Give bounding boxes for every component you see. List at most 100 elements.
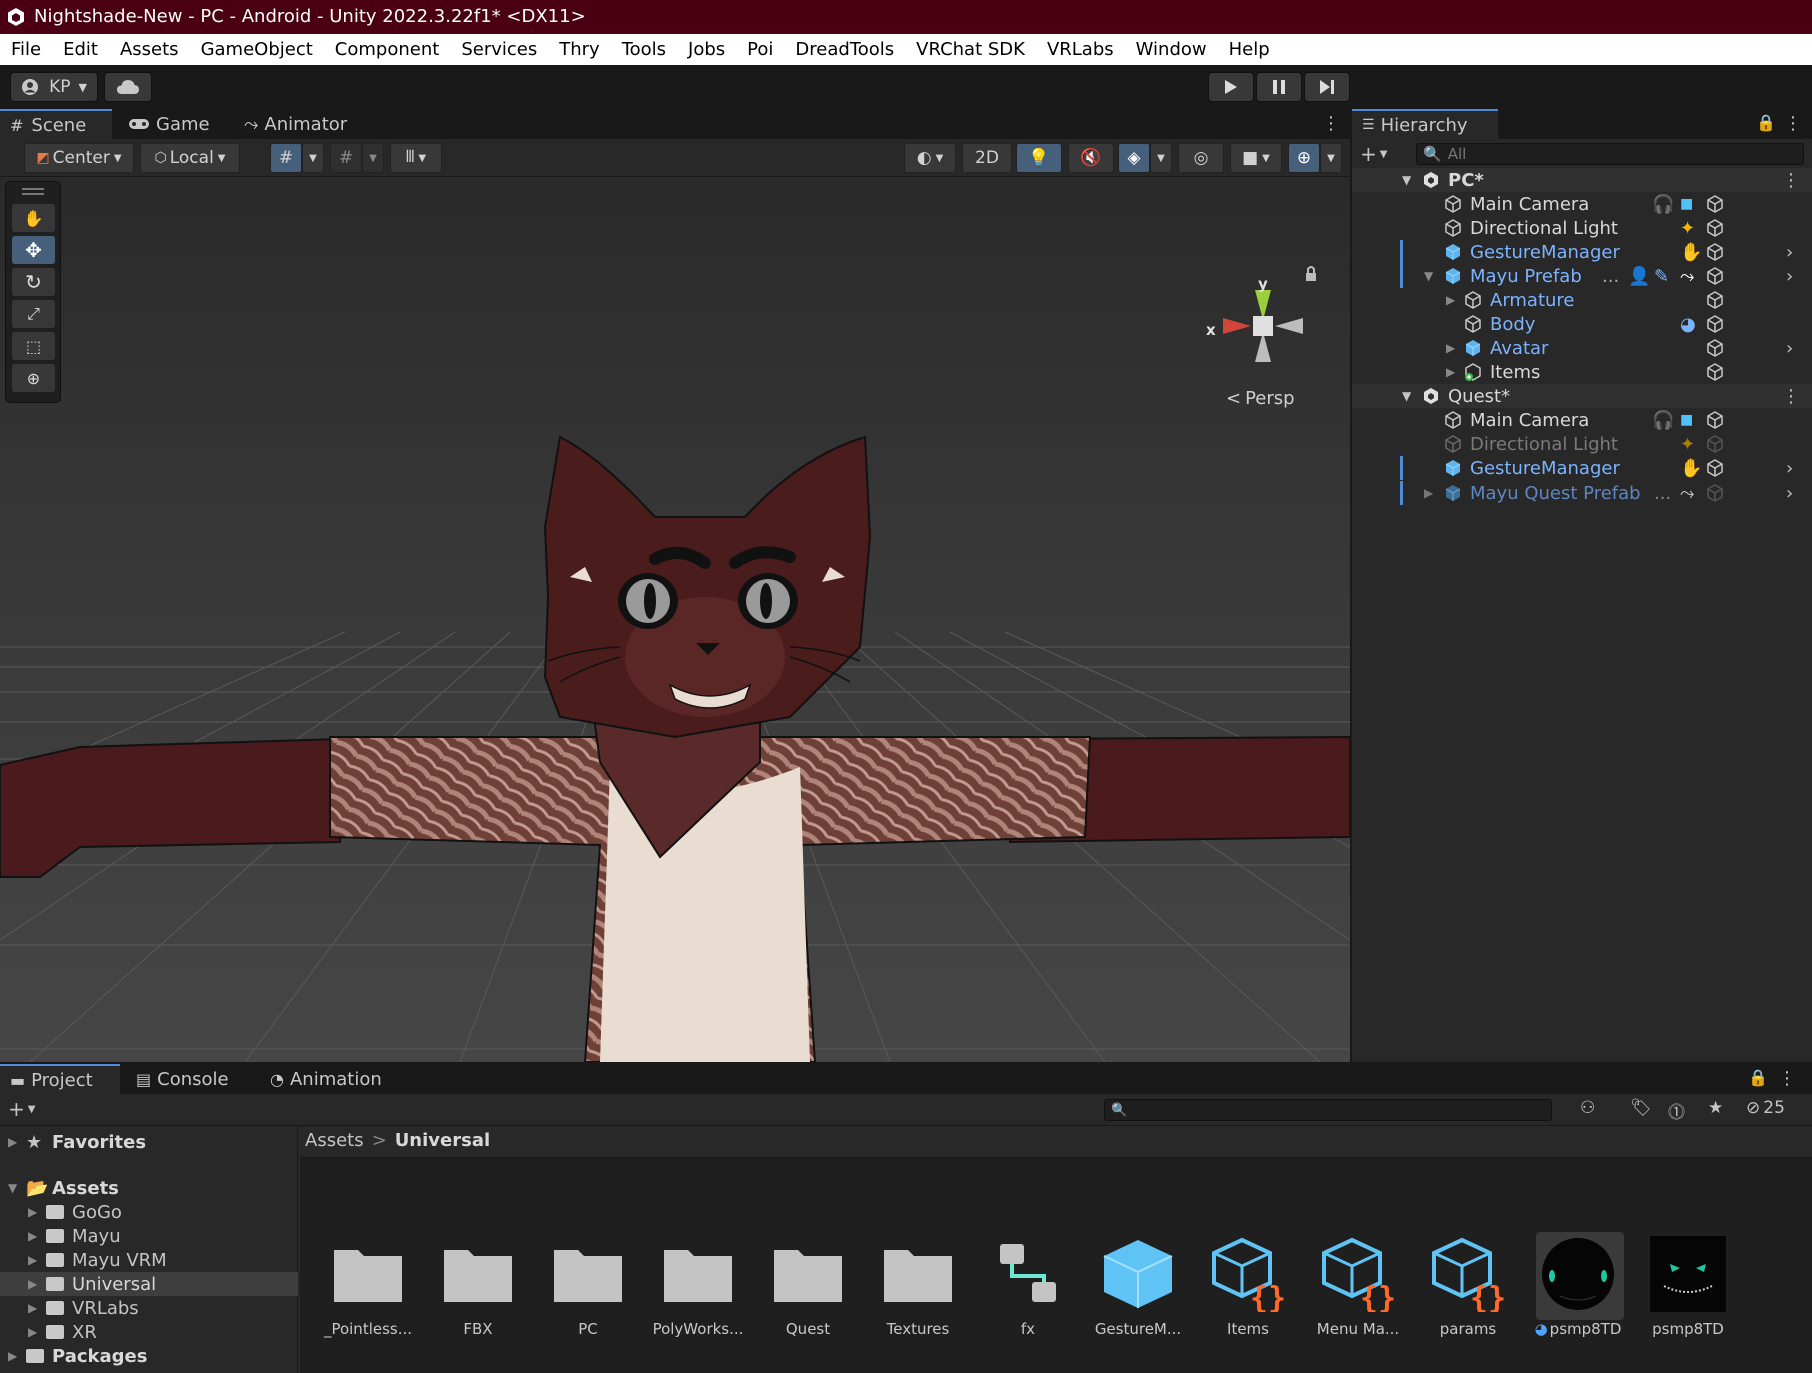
pause-button[interactable]	[1256, 72, 1302, 102]
audio-toggle[interactable]: 🔇	[1068, 143, 1114, 173]
asset-item[interactable]: psmp8TD	[1638, 1236, 1738, 1346]
asset-item[interactable]: Quest	[758, 1236, 858, 1346]
space-dropdown[interactable]: ⬡ Local ▼	[140, 143, 240, 173]
asset-item[interactable]: GestureM...	[1088, 1236, 1188, 1346]
grid-snap-toggle[interactable]: #	[270, 143, 302, 173]
asset-item[interactable]: _Pointless...	[318, 1236, 418, 1346]
scene-viewport[interactable]: y x < Persp	[0, 177, 1350, 1062]
menu-vrlabs[interactable]: VRLabs	[1047, 39, 1114, 60]
menu-tools[interactable]: Tools	[622, 39, 666, 60]
incremental-snap-toggle[interactable]: #	[330, 143, 362, 173]
asset-item[interactable]: {} Menu Ma...	[1308, 1236, 1408, 1346]
camera-dropdown[interactable]: ■ ▼	[1230, 143, 1282, 173]
hierarchy-row[interactable]: ▶ Avatar ›	[1352, 336, 1812, 360]
hierarchy-row[interactable]: Main Camera 🎧 ■	[1352, 192, 1812, 216]
menu-component[interactable]: Component	[335, 39, 440, 60]
tab-console[interactable]: ▤ Console	[126, 1064, 239, 1094]
asset-item[interactable]: {} params	[1418, 1236, 1518, 1346]
cloud-button[interactable]	[104, 72, 152, 102]
account-dropdown[interactable]: KP ▼	[10, 72, 98, 102]
hierarchy-search-input[interactable]: 🔍 All	[1416, 143, 1804, 165]
tree-item-universal[interactable]: ▶ Universal	[0, 1272, 298, 1296]
breadcrumb-root[interactable]: Assets	[305, 1130, 364, 1151]
projection-toggle[interactable]: < Persp	[1226, 388, 1295, 409]
create-dropdown[interactable]: + ▼	[8, 1097, 35, 1121]
hierarchy-row[interactable]: GestureManager ✋ ›	[1352, 456, 1812, 480]
draw-mode-dropdown[interactable]: ◐ ▼	[904, 143, 956, 173]
palette-grip[interactable]	[22, 188, 44, 190]
gizmos-toggle[interactable]: ⊕	[1288, 143, 1320, 173]
scene-row-quest[interactable]: ▼ Quest* ⋮	[1352, 384, 1812, 408]
hierarchy-row[interactable]: Main Camera 🎧 ■	[1352, 408, 1812, 432]
effects-dropdown[interactable]: ▼	[1150, 143, 1172, 173]
menu-jobs[interactable]: Jobs	[688, 39, 725, 60]
breadcrumb-current[interactable]: Universal	[395, 1130, 490, 1151]
tree-item-xr[interactable]: ▶ XR	[0, 1320, 298, 1344]
asset-item[interactable]: {} Items	[1198, 1236, 1298, 1346]
chevron-right-icon[interactable]: ›	[1786, 266, 1793, 287]
kebab-menu-icon[interactable]: ⋮	[1778, 1068, 1796, 1089]
lighting-toggle[interactable]: 💡	[1016, 143, 1062, 173]
menu-gameobject[interactable]: GameObject	[201, 39, 313, 60]
hierarchy-row[interactable]: ▶ Armature	[1352, 288, 1812, 312]
rotate-tool[interactable]: ↻	[12, 268, 55, 296]
kebab-menu-icon[interactable]: ⋮	[1782, 386, 1800, 407]
hierarchy-row[interactable]: Body ◕	[1352, 312, 1812, 336]
project-search-input[interactable]: 🔍	[1104, 1099, 1552, 1121]
menu-window[interactable]: Window	[1136, 39, 1207, 60]
2d-toggle[interactable]: 2D	[962, 143, 1012, 173]
asset-item[interactable]: FBX	[428, 1236, 528, 1346]
asset-item[interactable]: fx	[978, 1236, 1078, 1346]
tree-item-mayu-vrm[interactable]: ▶ Mayu VRM	[0, 1248, 298, 1272]
kebab-menu-icon[interactable]: ⋮	[1784, 113, 1802, 134]
hidden-packages-toggle[interactable]: ⊘ 25	[1746, 1098, 1785, 1118]
menu-poi[interactable]: Poi	[747, 39, 773, 60]
move-tool[interactable]: ✥	[12, 236, 55, 264]
tree-item-assets[interactable]: ▼ 📂 Assets	[0, 1176, 298, 1200]
tab-animator[interactable]: ⤳ Animator	[234, 109, 357, 139]
tab-hierarchy[interactable]: ☰ Hierarchy	[1352, 109, 1498, 139]
play-button[interactable]	[1208, 72, 1254, 102]
tree-item-gogo[interactable]: ▶ GoGo	[0, 1200, 298, 1224]
hierarchy-row[interactable]: Directional Light ✦	[1352, 432, 1812, 456]
chevron-right-icon[interactable]: ›	[1786, 338, 1793, 359]
asset-item[interactable]: ◕ psmp8TD	[1528, 1232, 1628, 1346]
kebab-menu-icon[interactable]: ⋮	[1782, 170, 1800, 191]
rect-tool[interactable]: ⬚	[12, 332, 55, 360]
hierarchy-row[interactable]: ▼ Mayu Prefab ... 👤 ✎ ⤳ ›	[1352, 264, 1812, 288]
warning-icon[interactable]: ⓵	[1668, 1098, 1685, 1123]
menu-vrchat-sdk[interactable]: VRChat SDK	[916, 39, 1025, 60]
hierarchy-row[interactable]: ▶ Items	[1352, 360, 1812, 384]
effects-toggle[interactable]: ◈	[1118, 143, 1150, 173]
incremental-snap-dropdown[interactable]: ▼	[362, 143, 384, 173]
asset-item[interactable]: PolyWorks...	[648, 1236, 748, 1346]
grid-snap-dropdown[interactable]: ▼	[302, 143, 324, 173]
tree-item-packages[interactable]: ▶ Packages	[0, 1344, 298, 1368]
scene-visibility-toggle[interactable]: ◎	[1178, 143, 1224, 173]
menu-edit[interactable]: Edit	[63, 39, 98, 60]
star-icon[interactable]: ★	[1708, 1098, 1723, 1118]
chevron-right-icon[interactable]: ›	[1786, 242, 1793, 263]
filter-by-type-icon[interactable]: ⚇	[1580, 1098, 1595, 1118]
tree-item-vrlabs[interactable]: ▶ VRLabs	[0, 1296, 298, 1320]
menu-dreadtools[interactable]: DreadTools	[795, 39, 894, 60]
scale-tool[interactable]: ⤢	[12, 300, 55, 328]
hierarchy-row[interactable]: GestureManager ✋ ›	[1352, 240, 1812, 264]
tab-game[interactable]: Game	[118, 109, 220, 139]
menu-services[interactable]: Services	[461, 39, 537, 60]
tree-item-favorites[interactable]: ▶ ★ Favorites	[0, 1130, 298, 1154]
create-dropdown[interactable]: + ▼	[1360, 142, 1387, 166]
tab-project[interactable]: ▬ Project	[0, 1064, 120, 1094]
asset-item[interactable]: Textures	[868, 1236, 968, 1346]
menu-assets[interactable]: Assets	[120, 39, 179, 60]
pivot-dropdown[interactable]: ◩ Center ▼	[24, 143, 134, 173]
filter-by-label-icon[interactable]: 🏷	[1630, 1098, 1652, 1118]
menu-file[interactable]: File	[11, 39, 41, 60]
hand-tool[interactable]: ✋	[12, 204, 55, 232]
chevron-right-icon[interactable]: ›	[1786, 458, 1793, 479]
tab-scene[interactable]: # Scene	[0, 109, 112, 139]
step-button[interactable]	[1304, 72, 1350, 102]
lock-icon[interactable]: 🔒	[1748, 1068, 1768, 1087]
scene-row-pc[interactable]: ▼ PC* ⋮	[1352, 168, 1812, 192]
ruler-dropdown[interactable]: 𝍫 ▼	[390, 143, 442, 173]
